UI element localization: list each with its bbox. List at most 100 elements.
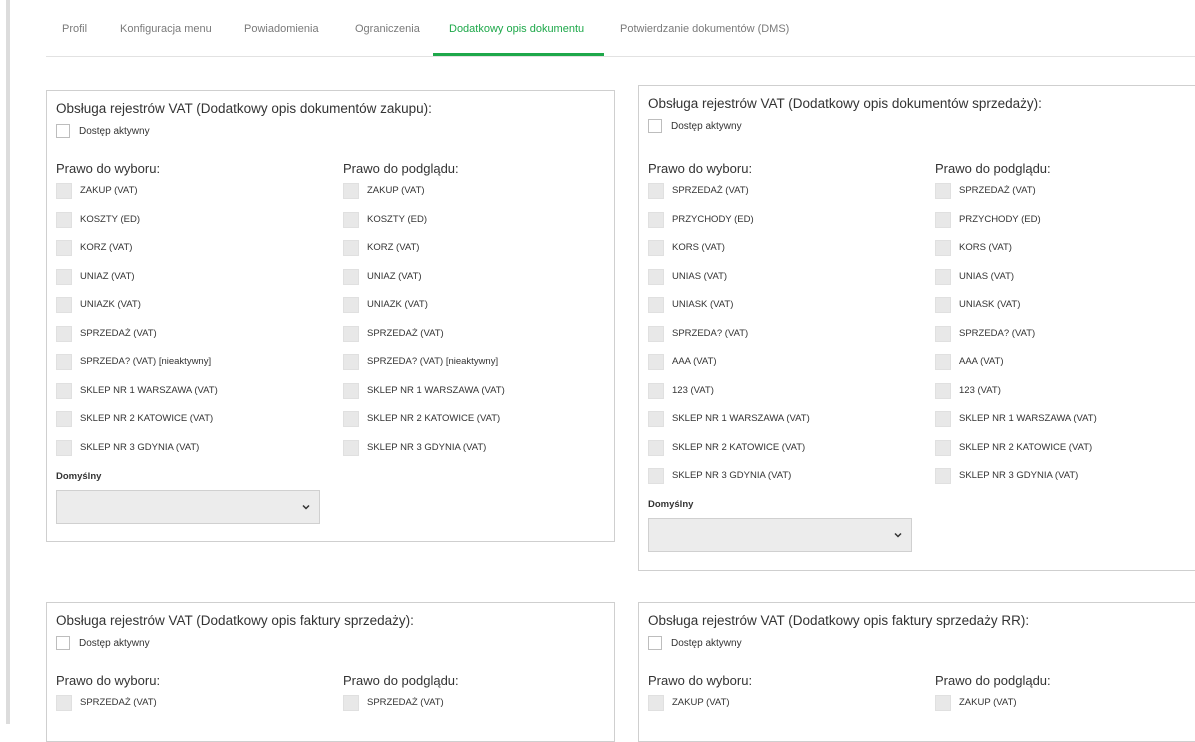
checkbox-box[interactable] <box>343 268 359 285</box>
checkbox-item[interactable]: UNIAS (VAT) <box>648 268 810 298</box>
checkbox-item[interactable]: UNIAZ (VAT) <box>56 268 218 298</box>
checkbox-box[interactable] <box>648 119 662 133</box>
checkbox-box[interactable] <box>935 297 951 313</box>
checkbox-box[interactable] <box>935 240 951 256</box>
checkbox-box[interactable] <box>648 211 664 228</box>
checkbox-box[interactable] <box>935 211 951 228</box>
checkbox-item[interactable]: ZAKUP (VAT) <box>343 183 505 212</box>
checkbox-item[interactable]: KOSZTY (ED) <box>56 211 218 241</box>
checkbox-box[interactable] <box>648 468 664 484</box>
checkbox-box[interactable] <box>56 411 72 427</box>
checkbox-item[interactable]: KORZ (VAT) <box>56 240 218 269</box>
checkbox-box[interactable] <box>343 325 359 342</box>
checkbox-item[interactable]: SKLEP NR 1 WARSZAWA (VAT) <box>343 382 505 412</box>
checkbox-box[interactable] <box>343 354 359 370</box>
checkbox-item[interactable]: 123 (VAT) <box>648 382 810 412</box>
checkbox-item[interactable]: SPRZEDA? (VAT) <box>935 325 1097 355</box>
checkbox-box[interactable] <box>648 382 664 399</box>
tab-konfiguracja-menu[interactable]: Konfiguracja menu <box>104 23 228 56</box>
checkbox-box[interactable] <box>343 695 359 711</box>
tab-powiadomienia[interactable]: Powiadomienia <box>228 23 335 56</box>
checkbox-box[interactable] <box>648 354 664 370</box>
checkbox-box[interactable] <box>343 211 359 228</box>
checkbox-box[interactable] <box>935 411 951 427</box>
default-select[interactable] <box>56 490 320 524</box>
checkbox-box[interactable] <box>648 325 664 342</box>
checkbox-box[interactable] <box>56 297 72 313</box>
checkbox-box[interactable] <box>935 325 951 342</box>
checkbox-item[interactable]: AAA (VAT) <box>935 354 1097 383</box>
checkbox-box[interactable] <box>56 124 70 138</box>
checkbox-item[interactable]: SKLEP NR 2 KATOWICE (VAT) <box>56 411 218 440</box>
checkbox-box[interactable] <box>935 468 951 484</box>
checkbox-box[interactable] <box>935 268 951 285</box>
checkbox-box[interactable] <box>648 695 664 711</box>
checkbox-box[interactable] <box>935 382 951 399</box>
checkbox-box[interactable] <box>935 183 951 199</box>
checkbox-box[interactable] <box>343 439 359 456</box>
access-active-checkbox[interactable]: Dostęp aktywny <box>56 123 150 139</box>
default-select[interactable] <box>648 518 912 552</box>
checkbox-box[interactable] <box>935 354 951 370</box>
checkbox-item[interactable]: SKLEP NR 2 KATOWICE (VAT) <box>343 411 505 440</box>
checkbox-item[interactable]: SPRZEDA? (VAT) [nieaktywny] <box>343 354 505 383</box>
checkbox-item[interactable]: SKLEP NR 3 GDYNIA (VAT) <box>56 439 218 469</box>
checkbox-item[interactable]: UNIAZ (VAT) <box>343 268 505 298</box>
tab-potwierdzanie-dokumentow[interactable]: Potwierdzanie dokumentów (DMS) <box>604 23 805 56</box>
checkbox-item[interactable]: UNIASK (VAT) <box>935 297 1097 326</box>
checkbox-item[interactable]: SPRZEDA? (VAT) [nieaktywny] <box>56 354 218 383</box>
access-active-checkbox[interactable]: Dostęp aktywny <box>648 118 742 134</box>
checkbox-item[interactable]: UNIAZK (VAT) <box>56 297 218 326</box>
access-active-checkbox[interactable]: Dostęp aktywny <box>56 635 150 651</box>
checkbox-box[interactable] <box>343 183 359 199</box>
checkbox-item[interactable]: KORZ (VAT) <box>343 240 505 269</box>
checkbox-box[interactable] <box>56 382 72 399</box>
checkbox-box[interactable] <box>648 268 664 285</box>
checkbox-item[interactable]: AAA (VAT) <box>648 354 810 383</box>
access-active-checkbox[interactable]: Dostęp aktywny <box>648 635 742 651</box>
checkbox-item[interactable]: SKLEP NR 3 GDYNIA (VAT) <box>935 468 1097 497</box>
checkbox-box[interactable] <box>648 297 664 313</box>
checkbox-item[interactable]: KOSZTY (ED) <box>343 211 505 241</box>
checkbox-item[interactable]: SPRZEDAŻ (VAT) <box>56 325 218 355</box>
checkbox-item[interactable]: SPRZEDAŻ (VAT) <box>343 325 505 355</box>
checkbox-box[interactable] <box>56 695 72 711</box>
checkbox-item[interactable]: SPRZEDAŻ (VAT) <box>935 183 1097 212</box>
checkbox-item[interactable]: SPRZEDAŻ (VAT) <box>343 695 444 724</box>
checkbox-item[interactable]: ZAKUP (VAT) <box>648 695 730 724</box>
checkbox-item[interactable]: SKLEP NR 1 WARSZAWA (VAT) <box>648 411 810 440</box>
checkbox-box[interactable] <box>343 240 359 256</box>
tab-profil[interactable]: Profil <box>46 23 103 56</box>
checkbox-item[interactable]: 123 (VAT) <box>935 382 1097 412</box>
checkbox-box[interactable] <box>56 354 72 370</box>
checkbox-box[interactable] <box>935 695 951 711</box>
checkbox-item[interactable]: UNIAZK (VAT) <box>343 297 505 326</box>
checkbox-box[interactable] <box>56 636 70 650</box>
checkbox-item[interactable]: UNIASK (VAT) <box>648 297 810 326</box>
checkbox-item[interactable]: ZAKUP (VAT) <box>935 695 1017 724</box>
checkbox-item[interactable]: SKLEP NR 1 WARSZAWA (VAT) <box>935 411 1097 440</box>
checkbox-box[interactable] <box>648 636 662 650</box>
checkbox-item[interactable]: KORS (VAT) <box>648 240 810 269</box>
checkbox-box[interactable] <box>56 325 72 342</box>
checkbox-item[interactable]: PRZYCHODY (ED) <box>648 211 810 241</box>
checkbox-item[interactable]: ZAKUP (VAT) <box>56 183 218 212</box>
checkbox-item[interactable]: SKLEP NR 2 KATOWICE (VAT) <box>648 439 810 469</box>
checkbox-item[interactable]: UNIAS (VAT) <box>935 268 1097 298</box>
tab-ograniczenia[interactable]: Ograniczenia <box>339 23 436 56</box>
checkbox-item[interactable]: SKLEP NR 3 GDYNIA (VAT) <box>343 439 505 469</box>
checkbox-box[interactable] <box>935 439 951 456</box>
checkbox-box[interactable] <box>648 240 664 256</box>
checkbox-item[interactable]: SPRZEDAŻ (VAT) <box>648 183 810 212</box>
checkbox-item[interactable]: KORS (VAT) <box>935 240 1097 269</box>
checkbox-box[interactable] <box>648 183 664 199</box>
checkbox-box[interactable] <box>56 268 72 285</box>
checkbox-box[interactable] <box>56 439 72 456</box>
checkbox-box[interactable] <box>343 411 359 427</box>
tab-dodatkowy-opis-dokumentu[interactable]: Dodatkowy opis dokumentu <box>433 23 604 56</box>
checkbox-item[interactable]: SPRZEDA? (VAT) <box>648 325 810 355</box>
checkbox-item[interactable]: SKLEP NR 3 GDYNIA (VAT) <box>648 468 810 497</box>
checkbox-box[interactable] <box>343 382 359 399</box>
checkbox-box[interactable] <box>648 411 664 427</box>
checkbox-box[interactable] <box>56 211 72 228</box>
